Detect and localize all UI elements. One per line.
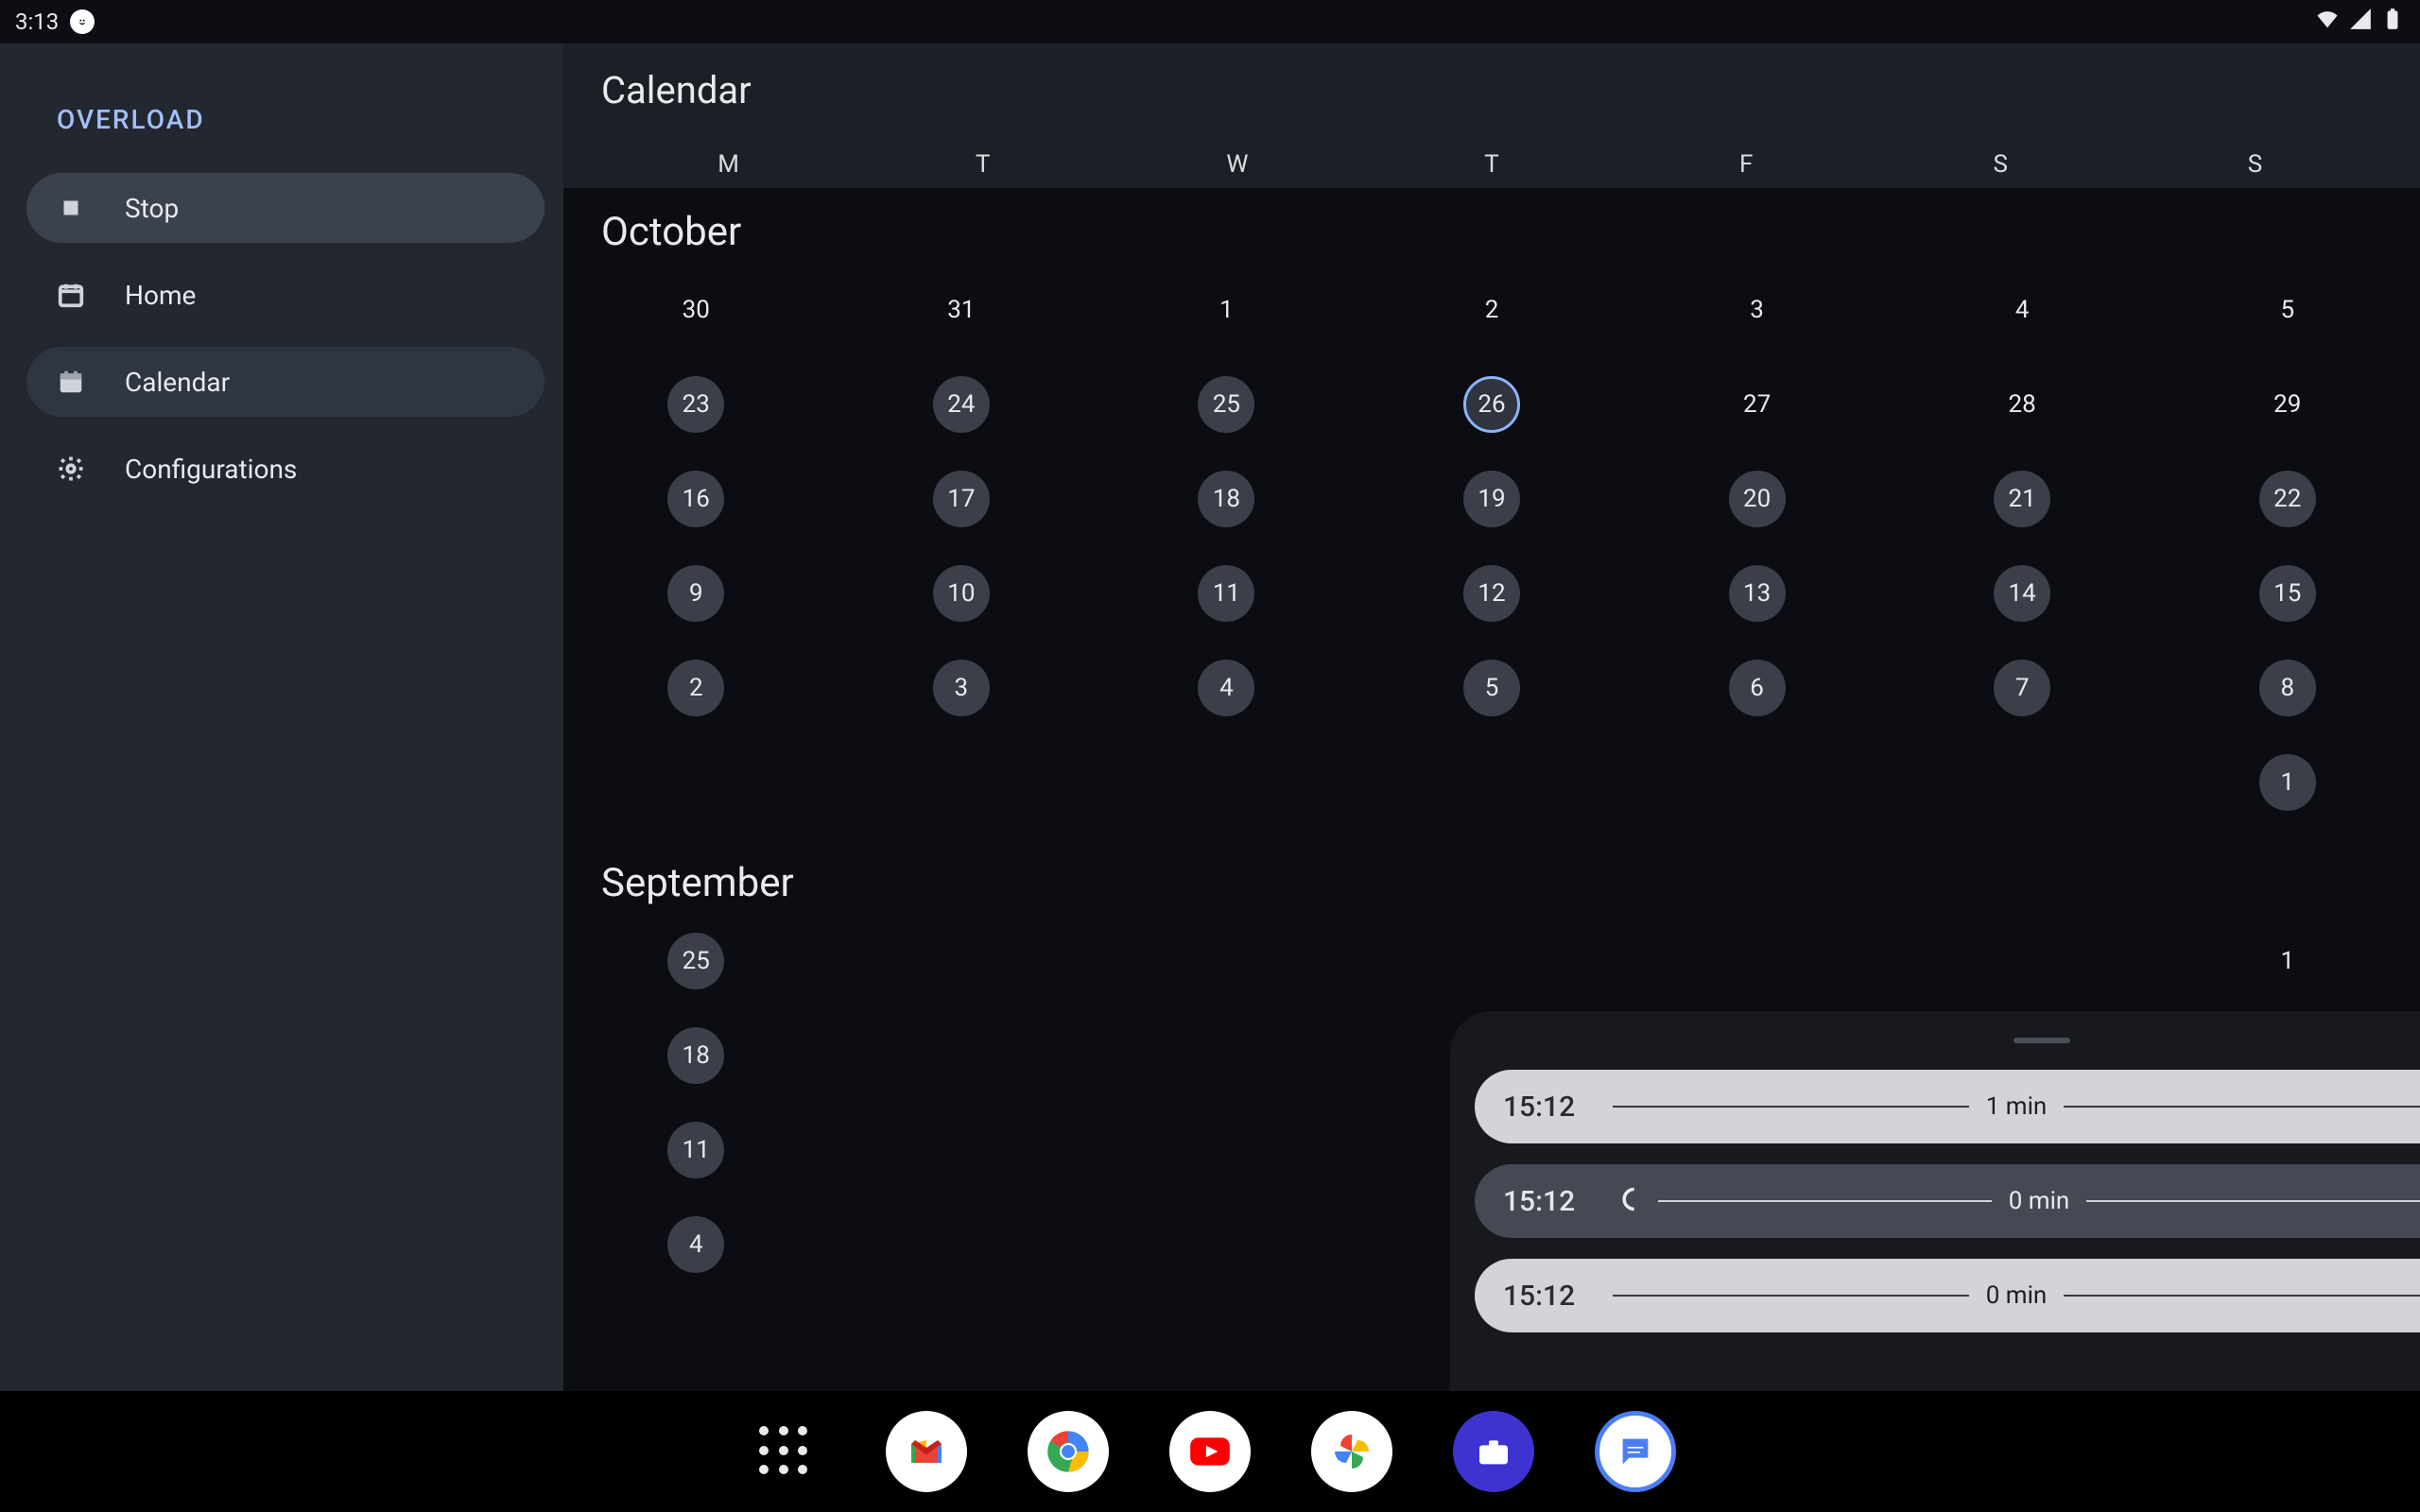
month-title: October (563, 188, 2420, 272)
day-cell[interactable]: 18 (1198, 471, 1254, 527)
dow-header: S (2128, 150, 2382, 179)
day-cell[interactable]: 6 (1729, 660, 1786, 716)
dow-header: W (1110, 150, 1364, 179)
app-notification-icon (70, 9, 95, 34)
wifi-icon (2314, 6, 2341, 38)
battery-icon (2380, 7, 2405, 37)
day-cell[interactable]: 9 (667, 565, 724, 622)
moon-icon (1616, 1186, 1643, 1216)
day-cell[interactable]: 14 (1994, 565, 2050, 622)
day-cell[interactable]: 10 (933, 565, 990, 622)
dock (0, 1391, 2420, 1512)
day-cell[interactable]: 4 (667, 1216, 724, 1273)
youtube-icon[interactable] (1169, 1411, 1251, 1492)
day-cell[interactable]: 19 (1463, 471, 1520, 527)
messages-icon[interactable] (1595, 1411, 1676, 1492)
gear-icon (55, 453, 87, 485)
day-detail-panel[interactable]: 15:121 min15:1315:120 min15:1215:120 min… (1450, 1011, 2420, 1391)
page-title: Calendar (601, 68, 2382, 112)
sidebar-item-configurations[interactable]: Configurations (26, 434, 544, 504)
drag-handle[interactable] (2014, 1038, 2070, 1043)
day-cell[interactable]: 13 (1729, 565, 1786, 622)
main-panel: Calendar MTWTFSS October3031123452324252… (563, 43, 2420, 1391)
day-cell[interactable]: 25 (667, 933, 724, 989)
day-cell[interactable]: 4 (1994, 282, 2050, 338)
time-entry-card[interactable]: 15:120 min15:12 (1475, 1164, 2420, 1238)
start-time: 15:12 (1503, 1280, 1598, 1313)
dow-header: F (1619, 150, 1874, 179)
sidebar: OVERLOAD Stop Home Calendar Configurations (0, 43, 563, 1391)
month-title: September (563, 839, 2420, 923)
app-brand: OVERLOAD (57, 104, 529, 135)
duration-label: 0 min (1986, 1281, 2048, 1310)
dow-header: S (1874, 150, 2128, 179)
day-cell[interactable]: 31 (933, 282, 990, 338)
day-cell[interactable]: 27 (1729, 376, 1786, 433)
day-cell[interactable]: 2 (667, 660, 724, 716)
dow-header: T (1364, 150, 1618, 179)
day-cell[interactable]: 25 (1198, 376, 1254, 433)
day-cell[interactable]: 20 (1729, 471, 1786, 527)
sidebar-item-label: Configurations (125, 454, 297, 485)
day-cell[interactable]: 29 (2259, 376, 2316, 433)
day-cell[interactable]: 17 (933, 471, 990, 527)
duration-label: 0 min (2009, 1187, 2070, 1215)
apps-grid-icon (759, 1426, 810, 1477)
status-bar: 3:13 (0, 0, 2420, 43)
day-cell[interactable]: 15 (2259, 565, 2316, 622)
time-entry-card[interactable]: 15:120 min15:12 (1475, 1259, 2420, 1332)
day-cell[interactable]: 23 (667, 376, 724, 433)
day-cell[interactable]: 1 (2259, 933, 2316, 989)
chrome-icon[interactable] (1028, 1411, 1109, 1492)
dow-header: M (601, 150, 856, 179)
stop-icon (55, 192, 87, 224)
sidebar-item-label: Calendar (125, 367, 230, 398)
day-cell[interactable]: 5 (2259, 282, 2316, 338)
day-cell[interactable]: 8 (2259, 660, 2316, 716)
day-cell[interactable]: 18 (667, 1027, 724, 1084)
calendar-icon (55, 366, 87, 398)
day-cell[interactable]: 7 (1994, 660, 2050, 716)
day-cell[interactable]: 5 (1463, 660, 1520, 716)
day-cell[interactable]: 4 (1198, 660, 1254, 716)
sidebar-item-stop[interactable]: Stop (26, 173, 544, 243)
header: Calendar MTWTFSS (563, 43, 2420, 188)
day-headers: MTWTFSS (601, 150, 2382, 179)
day-cell[interactable]: 3 (1729, 282, 1786, 338)
start-time: 15:12 (1503, 1091, 1598, 1124)
time-entry-card[interactable]: 15:121 min15:13 (1475, 1070, 2420, 1143)
day-cell[interactable]: 26 (1463, 376, 1520, 433)
start-time: 15:12 (1503, 1185, 1598, 1218)
gmail-icon[interactable] (886, 1411, 967, 1492)
day-cell[interactable]: 16 (667, 471, 724, 527)
day-cell[interactable]: 24 (933, 376, 990, 433)
duration-label: 1 min (1986, 1092, 2048, 1121)
apps-button[interactable] (744, 1411, 825, 1492)
day-cell[interactable]: 3 (933, 660, 990, 716)
day-cell[interactable]: 21 (1994, 471, 2050, 527)
sidebar-item-home[interactable]: Home (26, 260, 544, 330)
day-cell[interactable]: 22 (2259, 471, 2316, 527)
sidebar-item-calendar[interactable]: Calendar (26, 347, 544, 417)
photos-icon[interactable] (1311, 1411, 1392, 1492)
dow-header: T (856, 150, 1110, 179)
sidebar-item-label: Home (125, 280, 196, 311)
day-cell[interactable]: 2 (1463, 282, 1520, 338)
day-cell[interactable]: 11 (667, 1122, 724, 1178)
day-cell[interactable]: 1 (2259, 754, 2316, 811)
day-cell[interactable]: 28 (1994, 376, 2050, 433)
cell-signal-icon (2348, 7, 2373, 37)
day-cell[interactable]: 11 (1198, 565, 1254, 622)
day-cell[interactable]: 30 (667, 282, 724, 338)
work-profile-icon[interactable] (1453, 1411, 1534, 1492)
day-cell[interactable]: 12 (1463, 565, 1520, 622)
sidebar-item-label: Stop (125, 193, 179, 224)
day-cell[interactable]: 1 (1198, 282, 1254, 338)
status-time: 3:13 (15, 9, 59, 35)
calendar-outline-icon (55, 279, 87, 311)
